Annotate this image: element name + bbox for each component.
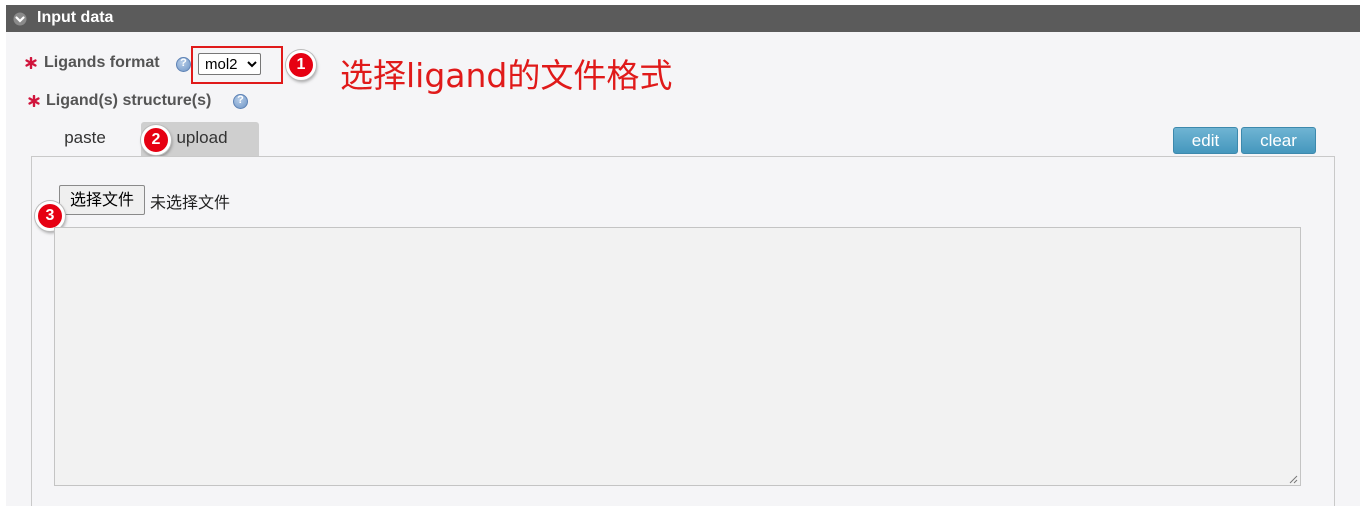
ligands-format-label: Ligands format [44,54,160,71]
choose-file-button[interactable]: 选择文件 [59,185,145,215]
file-status-text: 未选择文件 [150,193,231,212]
annotation-text: 选择ligand的文件格式 [340,56,673,95]
tab-upload-label: upload [176,128,228,147]
panel-header[interactable]: Input data [6,5,1360,32]
help-icon[interactable]: ? [176,57,191,72]
ligand-structures-label: Ligand(s) structure(s) [46,92,212,109]
edit-button[interactable]: edit [1173,127,1238,154]
annotation-highlight-box [191,46,283,84]
structure-textarea[interactable] [54,227,1301,486]
help-icon[interactable]: ? [233,94,248,109]
required-asterisk-icon [28,95,40,107]
clear-button[interactable]: clear [1241,127,1316,154]
annotation-badge-1: 1 [286,50,316,80]
tab-paste[interactable]: paste [43,122,127,156]
annotation-badge-2: 2 [141,125,171,155]
resize-grip-icon[interactable] [1288,474,1298,484]
required-asterisk-icon [25,57,37,69]
chevron-down-icon[interactable] [13,12,27,26]
panel-title: Input data [37,9,114,26]
